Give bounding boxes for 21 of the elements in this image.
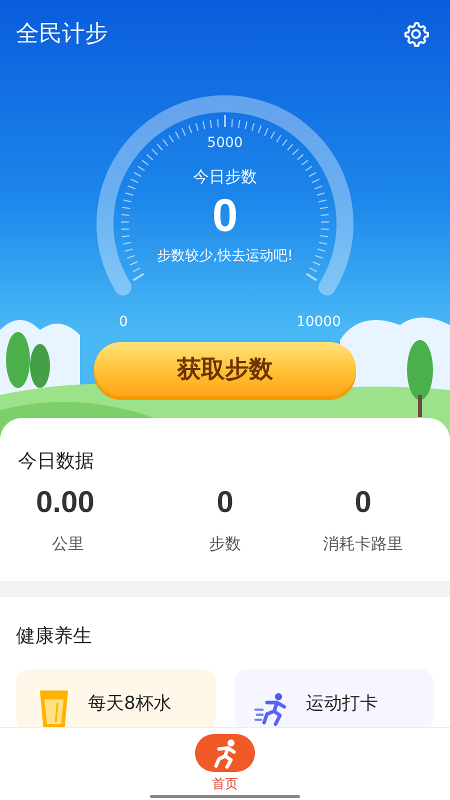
stat-value: 0.00 — [36, 486, 94, 520]
stat-label: 步数 — [209, 534, 242, 555]
runner-icon — [195, 734, 255, 772]
scale-label: 5000 — [207, 135, 243, 151]
stat-value: 0 — [354, 486, 372, 520]
scale-label: 10000 — [296, 314, 341, 330]
card-title: 每天8杯水 — [88, 692, 172, 715]
card-title: 运动打卡 — [306, 692, 378, 715]
gauge-label: 今日步数 — [193, 167, 257, 188]
section-title: 今日数据 — [18, 449, 95, 474]
step-count: 0 — [212, 188, 238, 243]
gauge-hint: 步数较少,快去运动吧! — [156, 247, 294, 266]
stat-label: 消耗卡路里 — [323, 534, 404, 555]
settings-icon[interactable] — [402, 20, 430, 48]
scale-label: 0 — [119, 314, 128, 330]
nav-tab[interactable]: 首页 — [195, 728, 255, 800]
section-title: 健康养生 — [16, 624, 93, 649]
stat-value: 0 — [216, 486, 234, 520]
app-title: 全民计步 — [16, 20, 108, 49]
stat-label: 公里 — [51, 534, 84, 555]
get-steps-button[interactable]: 获取步数 — [94, 342, 356, 396]
